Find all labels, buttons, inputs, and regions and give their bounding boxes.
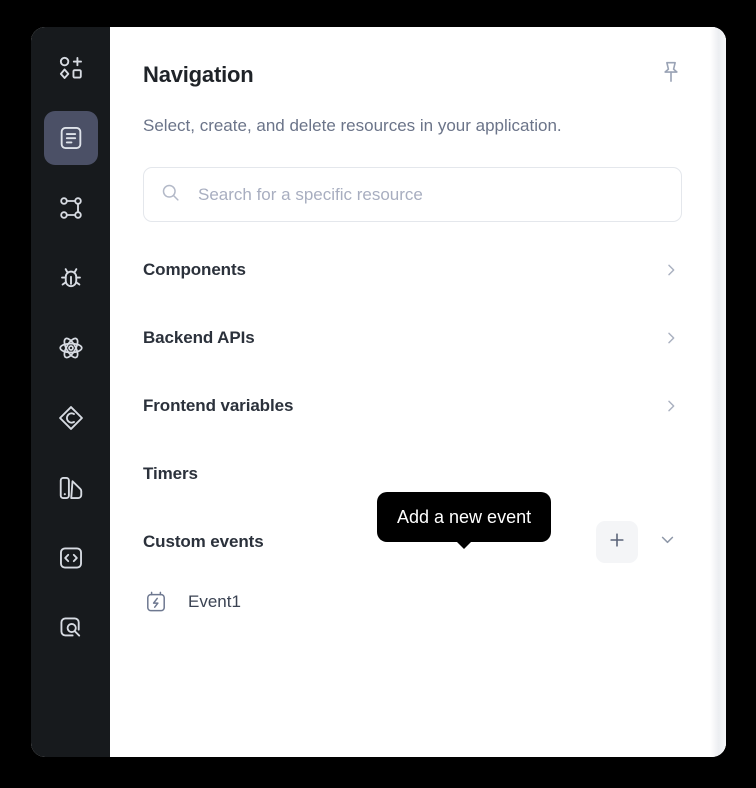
bug-icon: [57, 264, 85, 292]
chevron-right-icon[interactable]: [660, 259, 682, 281]
resource-row-frontend-variables[interactable]: Frontend variables: [143, 372, 682, 440]
resource-list: Components Backend APIs Frontend variabl…: [143, 236, 682, 628]
sidebar-item-theme[interactable]: [44, 461, 98, 515]
node-graph-icon: [57, 194, 85, 222]
panel-header: Navigation: [143, 61, 682, 89]
search-input[interactable]: [198, 184, 665, 205]
app-window: Navigation Select, create, and delete re…: [0, 0, 756, 788]
resource-row-actions: [660, 395, 682, 417]
sidebar-item-navigation[interactable]: [43, 111, 98, 165]
tooltip-add-new-event: Add a new event: [377, 492, 552, 549]
resource-row-label: Timers: [143, 464, 198, 483]
sidebar-item-code[interactable]: [44, 531, 98, 585]
search-icon: [160, 182, 181, 208]
page-title: Navigation: [143, 62, 254, 87]
plus-icon: [607, 530, 627, 555]
add-event-button[interactable]: [596, 521, 638, 563]
shapes-add-icon: [57, 54, 85, 82]
chevron-right-icon[interactable]: [660, 395, 682, 417]
list-item-event1[interactable]: Event1: [143, 576, 682, 628]
collapse-custom-events-button[interactable]: [652, 527, 682, 557]
scroll-gutter[interactable]: [710, 27, 726, 757]
atom-icon: [57, 334, 85, 362]
resource-row-actions: [660, 259, 682, 281]
chevron-down-icon: [659, 531, 676, 553]
search-square-icon: [57, 614, 85, 642]
resource-row-label: Custom events: [143, 532, 264, 551]
sidebar-item-state-graph[interactable]: [44, 181, 98, 235]
sidebar-item-inspect[interactable]: [44, 601, 98, 655]
resource-row-label: Frontend variables: [143, 396, 294, 415]
sidebar-item-react[interactable]: [44, 321, 98, 375]
navigation-panel: Navigation Select, create, and delete re…: [31, 27, 726, 757]
resource-row-backend-apis[interactable]: Backend APIs: [143, 304, 682, 372]
search-box[interactable]: [143, 167, 682, 222]
event-bolt-icon: [143, 589, 169, 615]
chevron-right-icon[interactable]: [660, 327, 682, 349]
diamond-data-icon: [57, 404, 85, 432]
code-brackets-icon: [57, 544, 85, 572]
sidebar-item-debugger[interactable]: [44, 251, 98, 305]
palette-icon: [57, 474, 85, 502]
list-item-label: Event1: [188, 592, 241, 611]
resource-row-actions: [660, 327, 682, 349]
navigation-content: Navigation Select, create, and delete re…: [110, 27, 726, 757]
icon-rail: [31, 27, 110, 757]
tooltip-label: Add a new event: [397, 507, 532, 527]
pushpin-icon: [658, 59, 684, 90]
custom-events-actions: [596, 521, 682, 563]
resource-row-components[interactable]: Components: [143, 236, 682, 304]
pin-panel-button[interactable]: [656, 59, 686, 89]
panel-subtitle: Select, create, and delete resources in …: [143, 116, 562, 135]
document-list-icon: [57, 124, 85, 152]
resource-row-label: Components: [143, 260, 246, 279]
sidebar-item-components[interactable]: [44, 41, 98, 95]
sidebar-item-data-source[interactable]: [44, 391, 98, 445]
resource-row-label: Backend APIs: [143, 328, 255, 347]
